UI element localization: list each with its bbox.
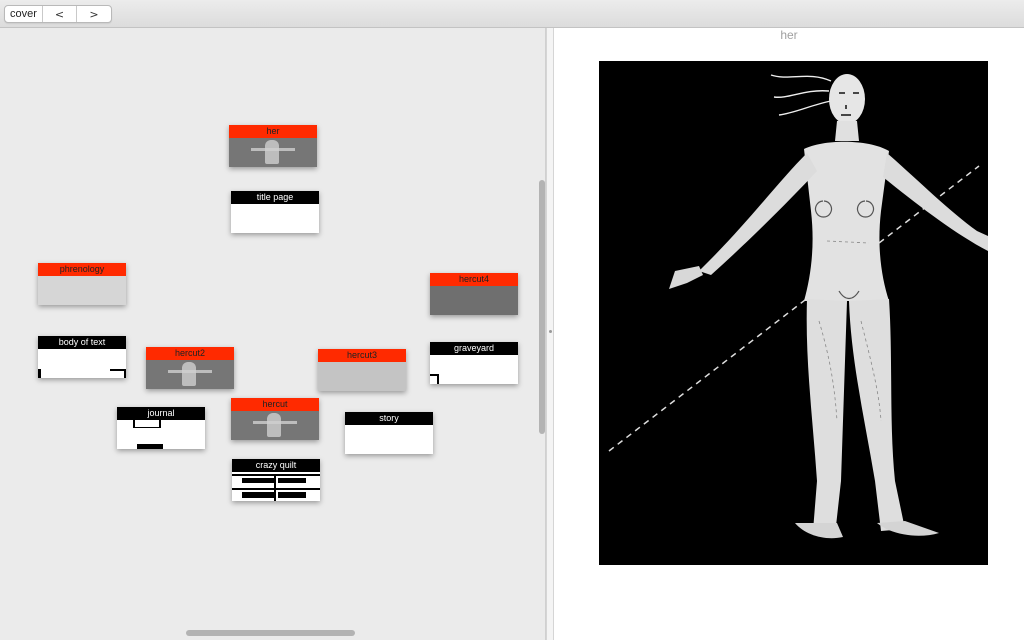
node-her[interactable]: her <box>229 125 317 167</box>
node-thumbnail <box>345 425 433 454</box>
node-thumbnail <box>229 138 317 167</box>
node-hercut2[interactable]: hercut2 <box>146 347 234 389</box>
node-thumbnail <box>430 355 518 384</box>
navigation-control: cover < > <box>4 5 112 23</box>
node-thumbnail <box>38 349 126 378</box>
node-title: hercut <box>231 398 319 411</box>
map-canvas[interactable]: her title page phrenology hercut4 body o… <box>0 28 546 640</box>
node-graveyard[interactable]: graveyard <box>430 342 518 384</box>
preview-image <box>599 61 988 565</box>
chevron-left-icon[interactable]: < <box>43 6 77 22</box>
node-crazy-quilt[interactable]: crazy quilt <box>232 459 320 501</box>
node-thumbnail <box>146 360 234 389</box>
node-title-page[interactable]: title page <box>231 191 319 233</box>
node-thumbnail <box>231 411 319 440</box>
node-story[interactable]: story <box>345 412 433 454</box>
node-thumbnail <box>430 286 518 315</box>
node-phrenology[interactable]: phrenology <box>38 263 126 305</box>
node-title: graveyard <box>430 342 518 355</box>
node-title: phrenology <box>38 263 126 276</box>
node-title: her <box>229 125 317 138</box>
chevron-right-icon[interactable]: > <box>77 6 111 22</box>
node-title: hercut3 <box>318 349 406 362</box>
node-title: title page <box>231 191 319 204</box>
node-title: story <box>345 412 433 425</box>
node-body-of-text[interactable]: body of text <box>38 336 126 378</box>
splitter-handle-icon <box>549 330 552 333</box>
node-title: body of text <box>38 336 126 349</box>
pane-splitter[interactable] <box>546 28 554 640</box>
toolbar: cover < > <box>0 0 1024 28</box>
node-hercut[interactable]: hercut <box>231 398 319 440</box>
node-thumbnail <box>232 472 320 501</box>
node-title: crazy quilt <box>232 459 320 472</box>
horizontal-scrollbar[interactable] <box>186 630 355 636</box>
preview-pane: her <box>554 28 1024 640</box>
node-thumbnail <box>117 420 205 449</box>
node-hercut3[interactable]: hercut3 <box>318 349 406 391</box>
current-page-button[interactable]: cover <box>5 6 43 22</box>
node-title: journal <box>117 407 205 420</box>
node-journal[interactable]: journal <box>117 407 205 449</box>
node-hercut4[interactable]: hercut4 <box>430 273 518 315</box>
vertical-scrollbar[interactable] <box>539 180 545 434</box>
node-thumbnail <box>38 276 126 305</box>
node-thumbnail <box>318 362 406 391</box>
node-title: hercut2 <box>146 347 234 360</box>
preview-title: her <box>780 28 798 42</box>
node-thumbnail <box>231 204 319 233</box>
node-title: hercut4 <box>430 273 518 286</box>
